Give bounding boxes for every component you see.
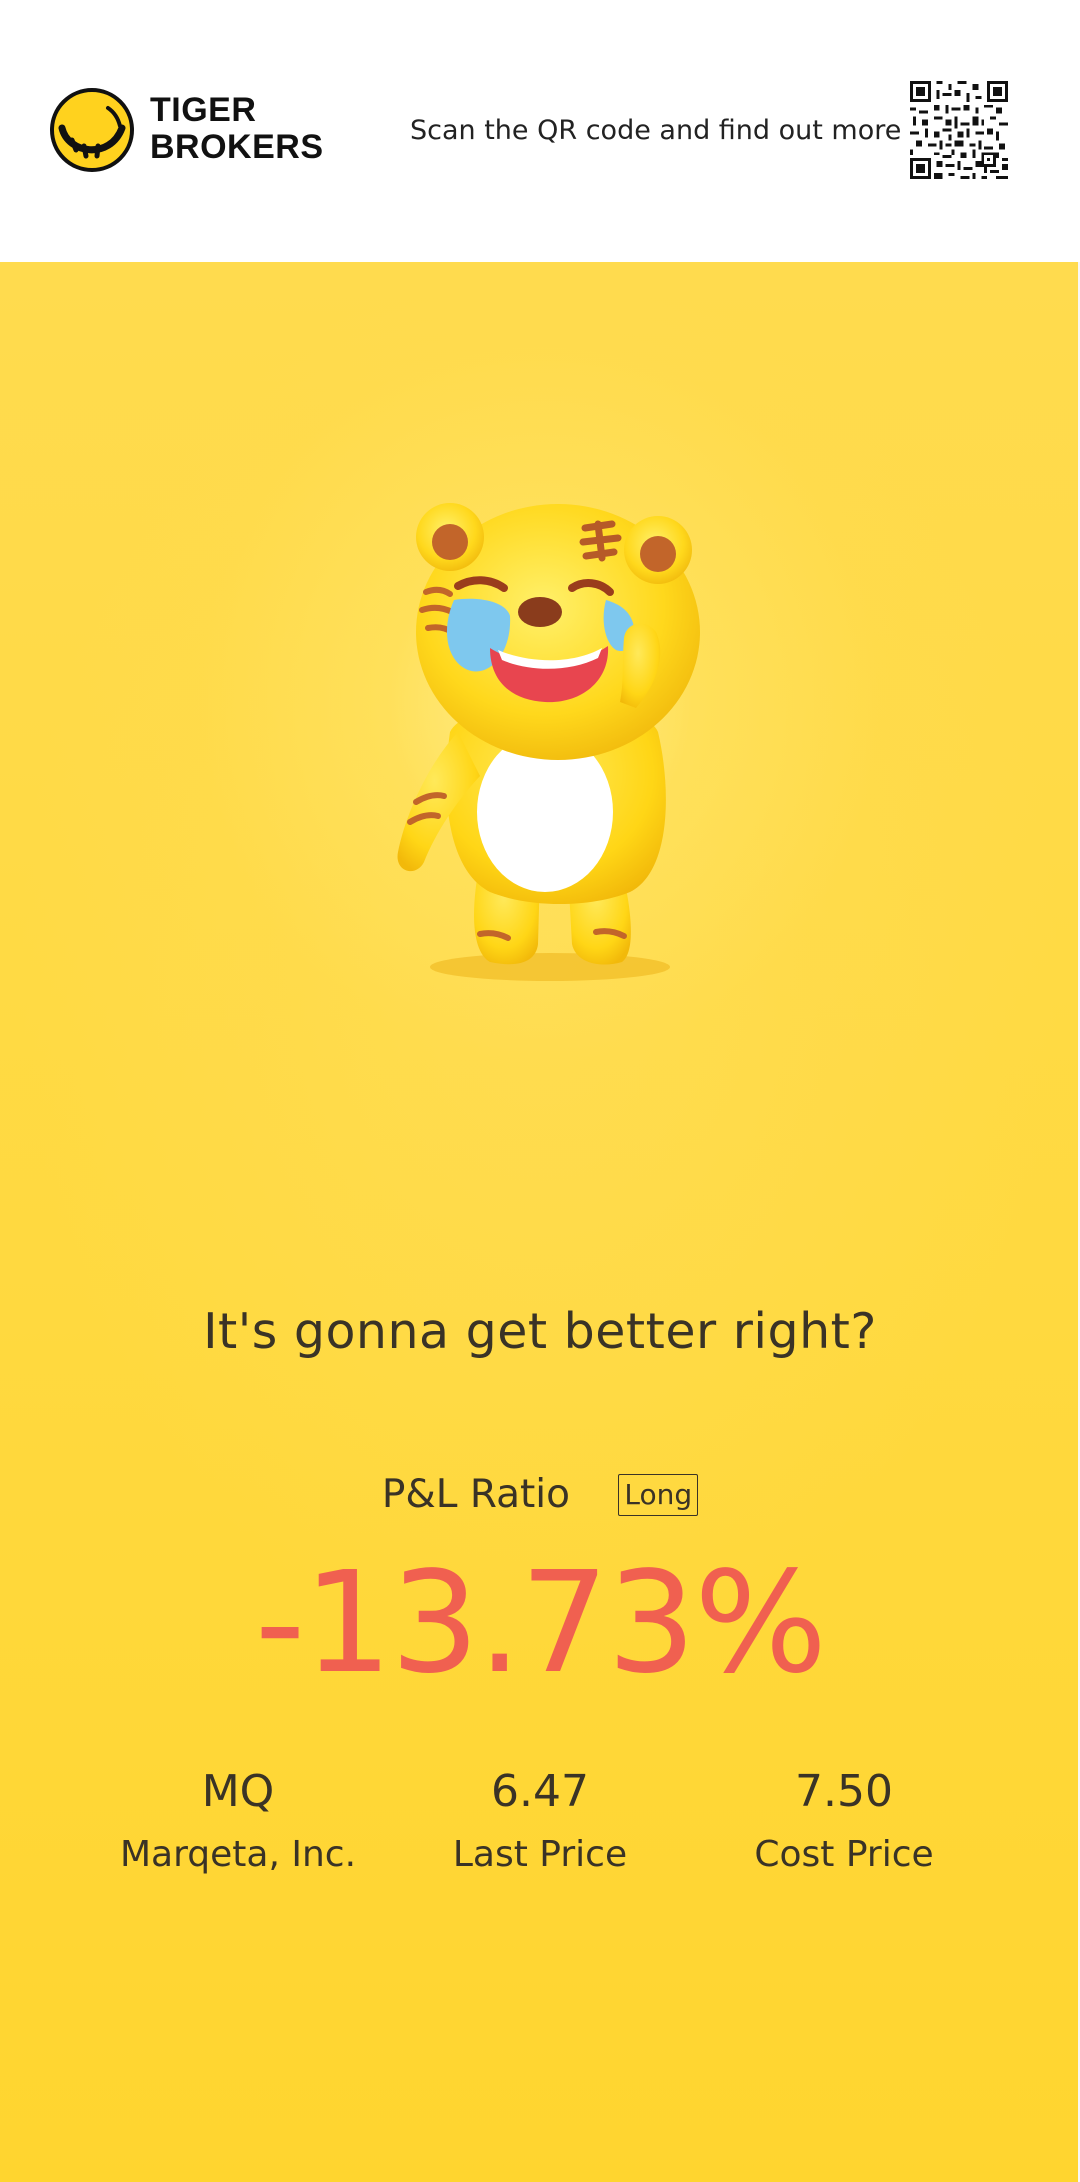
ticker-symbol: MQ: [201, 1766, 275, 1817]
brand-line-1: TIGER: [150, 91, 257, 129]
stat-ticker: MQ Marqeta, Inc.: [78, 1762, 398, 1880]
pl-ratio-row: P&L Ratio Long: [0, 1468, 1080, 1520]
share-page: TIGER BROKERS Scan the QR code and find …: [0, 0, 1080, 2182]
motivational-headline: It's gonna get better right?: [203, 1303, 877, 1360]
stat-last-price: 6.47 Last Price: [380, 1762, 700, 1880]
pl-ratio-value: -13.73%: [254, 1542, 827, 1705]
last-price-value: 6.47: [491, 1766, 589, 1817]
scan-qr-text: Scan the QR code and find out more: [410, 115, 902, 146]
last-price-label: Last Price: [452, 1834, 628, 1875]
company-name: Marqeta, Inc.: [119, 1834, 357, 1875]
header-bar: TIGER BROKERS Scan the QR code and find …: [0, 0, 1080, 262]
pnl-poster: It's gonna get better right? P&L Ratio L…: [0, 262, 1080, 2182]
pl-ratio-label: P&L Ratio: [381, 1471, 570, 1517]
cost-price-label: Cost Price: [754, 1834, 934, 1875]
tiger-logo-icon: [50, 88, 134, 172]
qr-code-icon: [910, 81, 1008, 179]
brand-name: TIGER BROKERS: [150, 92, 324, 166]
crying-tiger-mascot-icon: [397, 503, 700, 981]
position-direction-badge: Long: [618, 1473, 699, 1516]
cost-price-value: 7.50: [795, 1766, 893, 1817]
stat-cost-price: 7.50 Cost Price: [684, 1762, 1004, 1880]
brand-line-2: BROKERS: [150, 128, 324, 166]
